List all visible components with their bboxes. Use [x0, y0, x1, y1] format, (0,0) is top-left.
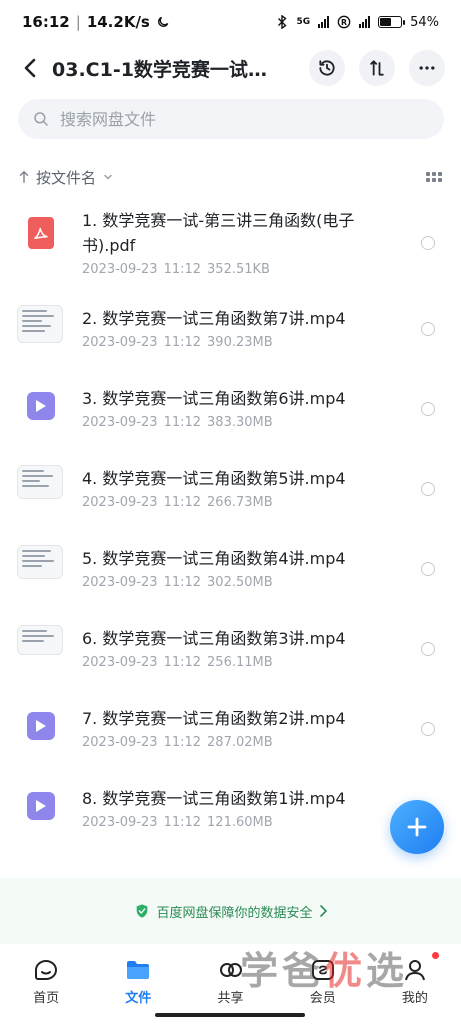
tab-bar: 首页 文件 共享 会员 我的	[0, 944, 461, 1010]
file-row[interactable]: 2. 数学竞赛一试三角函数第7讲.mp4 2023-09-23 11:12 390.…	[0, 300, 461, 380]
header: 03.C1-1数学竞赛一试第…	[0, 46, 461, 90]
sort-order-button[interactable]	[359, 50, 395, 86]
sort-icon	[370, 60, 384, 76]
chevron-left-icon	[24, 58, 36, 78]
share-icon	[219, 963, 242, 977]
play-icon	[36, 720, 46, 732]
video-thumbnail	[17, 305, 63, 343]
sort-by-name-button[interactable]: 按文件名	[18, 167, 114, 188]
history-icon	[319, 60, 335, 76]
home-icon	[35, 959, 58, 980]
file-meta: 2023-09-23 11:12 352.51KB	[82, 262, 270, 277]
plus-icon	[407, 817, 427, 837]
sort-bar: 按文件名	[18, 163, 442, 191]
select-checkbox[interactable]	[421, 322, 435, 336]
back-button[interactable]	[16, 50, 44, 86]
video-icon	[27, 792, 55, 820]
video-icon	[27, 712, 55, 740]
moon-icon	[157, 16, 169, 27]
folder-icon	[127, 961, 150, 979]
file-meta: 2023-09-23 11:12 256.11MB	[82, 655, 273, 670]
tab-share[interactable]: 共享	[184, 958, 276, 1006]
tab-home[interactable]: 首页	[0, 958, 92, 1006]
acrobat-icon	[34, 227, 48, 239]
user-icon	[404, 960, 425, 981]
registered-icon: R	[337, 15, 351, 29]
search-icon	[34, 112, 48, 126]
pdf-icon	[28, 217, 54, 249]
file-row[interactable]: 1. 数学竞赛一试-第三讲三角函数(电子书).pdf 2023-09-23 11:…	[0, 200, 461, 280]
chevron-right-icon	[319, 905, 327, 917]
security-banner[interactable]: 百度网盘保障你的数据安全	[0, 878, 461, 944]
select-checkbox[interactable]	[421, 236, 435, 250]
play-icon	[36, 400, 46, 412]
file-row[interactable]: 7. 数学竞赛一试三角函数第2讲.mp4 2023-09-23 11:12 287.…	[0, 700, 461, 780]
battery-percent: 54%	[410, 14, 439, 30]
file-name: 4. 数学竞赛一试三角函数第5讲.mp4	[82, 469, 346, 488]
select-checkbox[interactable]	[421, 482, 435, 496]
history-button[interactable]	[309, 50, 345, 86]
file-meta: 2023-09-23 11:12 383.30MB	[82, 415, 273, 430]
file-meta: 2023-09-23 11:12 266.73MB	[82, 495, 273, 510]
bluetooth-icon	[278, 15, 288, 29]
more-icon	[419, 66, 435, 70]
shield-icon	[137, 904, 148, 918]
page-title: 03.C1-1数学竞赛一试第…	[52, 58, 280, 81]
search-input[interactable]	[60, 109, 430, 129]
select-checkbox[interactable]	[421, 642, 435, 656]
file-name: 6. 数学竞赛一试三角函数第3讲.mp4	[82, 629, 346, 648]
more-button[interactable]	[409, 50, 445, 86]
network-type: 5G	[296, 17, 311, 27]
file-row[interactable]: 4. 数学竞赛一试三角函数第5讲.mp4 2023-09-23 11:12 266.…	[0, 460, 461, 540]
play-icon	[36, 800, 46, 812]
grid-view-button[interactable]	[426, 172, 442, 182]
video-thumbnail	[17, 545, 63, 579]
tab-me[interactable]: 我的	[369, 952, 461, 1006]
add-button[interactable]	[390, 800, 444, 854]
select-checkbox[interactable]	[421, 402, 435, 416]
video-icon	[27, 392, 55, 420]
network-speed: 14.2K/s	[86, 13, 150, 31]
vip-icon	[311, 960, 334, 980]
notification-dot	[432, 952, 440, 959]
file-row[interactable]: 6. 数学竞赛一试三角函数第3讲.mp4 2023-09-23 11:12 256.…	[0, 620, 461, 700]
arrow-up-icon	[19, 171, 29, 183]
file-name: 3. 数学竞赛一试三角函数第6讲.mp4	[82, 389, 346, 408]
grid-icon	[426, 172, 430, 176]
signal-icon	[318, 16, 330, 28]
chevron-down-icon	[104, 174, 112, 180]
file-meta: 2023-09-23 11:12 287.02MB	[82, 735, 273, 750]
tab-files[interactable]: 文件	[92, 958, 184, 1006]
video-thumbnail	[17, 465, 63, 499]
select-checkbox[interactable]	[421, 562, 435, 576]
home-indicator	[155, 1013, 305, 1017]
file-meta: 2023-09-23 11:12 390.23MB	[82, 335, 273, 350]
file-name: 7. 数学竞赛一试三角函数第2讲.mp4	[82, 709, 346, 728]
file-row[interactable]: 3. 数学竞赛一试三角函数第6讲.mp4 2023-09-23 11:12 383.…	[0, 380, 461, 460]
svg-text:R: R	[341, 18, 347, 27]
video-thumbnail	[17, 625, 63, 655]
file-name: 1. 数学竞赛一试-第三讲三角函数(电子书).pdf	[82, 211, 355, 255]
battery-icon	[378, 16, 406, 28]
clock: 16:12	[22, 13, 70, 31]
status-bar: 16:12 | 14.2K/s 5G R 54%	[22, 13, 439, 31]
signal-icon-2	[359, 16, 371, 28]
file-row[interactable]: 5. 数学竞赛一试三角函数第4讲.mp4 2023-09-23 11:12 302.…	[0, 540, 461, 620]
select-checkbox[interactable]	[421, 722, 435, 736]
file-name: 5. 数学竞赛一试三角函数第4讲.mp4	[82, 549, 346, 568]
file-meta: 2023-09-23 11:12 302.50MB	[82, 575, 273, 590]
tab-vip[interactable]: 会员	[277, 958, 369, 1006]
file-name: 8. 数学竞赛一试三角函数第1讲.mp4	[82, 789, 346, 808]
file-name: 2. 数学竞赛一试三角函数第7讲.mp4	[82, 309, 346, 328]
security-text: 百度网盘保障你的数据安全	[156, 905, 313, 921]
sort-label: 按文件名	[36, 168, 97, 187]
search-bar[interactable]	[18, 99, 444, 139]
file-meta: 2023-09-23 11:12 121.60MB	[82, 815, 273, 830]
